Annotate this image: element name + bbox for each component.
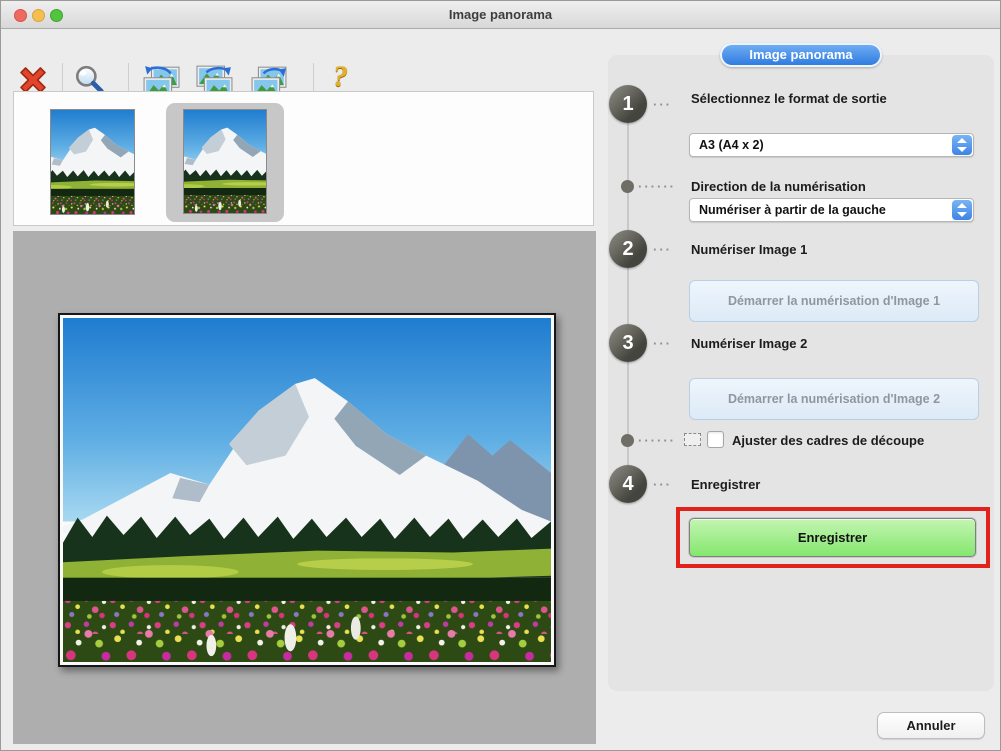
thumbnail-2[interactable] <box>183 109 267 214</box>
step-1-number: 1 <box>609 85 647 123</box>
start-scan-image-2-button[interactable]: Démarrer la numérisation d'Image 2 <box>689 378 979 420</box>
image-panorama-window: Image panorama <box>0 0 1001 751</box>
adjust-crop-label: Ajuster des cadres de découpe <box>732 433 924 448</box>
direction-bullet <box>621 180 634 193</box>
step-leader-dots <box>653 336 672 351</box>
step-leader-dots <box>638 179 676 194</box>
help-icon[interactable]: ? <box>333 60 348 94</box>
select-stepper-icon <box>952 200 972 220</box>
preview-area[interactable] <box>13 231 596 744</box>
step-leader-dots <box>638 433 676 448</box>
step-4-number: 4 <box>609 465 647 503</box>
start-scan-image-1-button[interactable]: Démarrer la numérisation d'Image 1 <box>689 280 979 322</box>
title-bar: Image panorama <box>1 1 1000 29</box>
step-3-number: 3 <box>609 324 647 362</box>
scan-direction-label: Direction de la numérisation <box>691 179 866 194</box>
panel-mode-badge: Image panorama <box>720 43 882 67</box>
cancel-button[interactable]: Annuler <box>877 712 985 739</box>
thumbnail-1[interactable] <box>50 109 135 215</box>
crop-frame-icon <box>684 433 701 446</box>
zoom-window-icon[interactable] <box>50 9 63 22</box>
step-connector-line <box>627 105 629 484</box>
scan-direction-select[interactable]: Numériser à partir de la gauche <box>689 198 974 222</box>
scan-image-2-label: Numériser Image 2 <box>691 336 807 351</box>
window-title: Image panorama <box>1 1 1000 28</box>
thumbnail-strip <box>13 91 594 226</box>
output-format-value: A3 (A4 x 2) <box>699 138 764 152</box>
step-2-number: 2 <box>609 230 647 268</box>
save-label: Enregistrer <box>691 477 760 492</box>
adjust-crop-checkbox[interactable] <box>707 431 724 448</box>
panorama-preview-image <box>58 313 556 667</box>
minimize-window-icon[interactable] <box>32 9 45 22</box>
step-leader-dots <box>653 242 672 257</box>
step-leader-dots <box>653 477 672 492</box>
close-window-icon[interactable] <box>14 9 27 22</box>
step-leader-dots <box>653 97 672 112</box>
adjust-crop-bullet <box>621 434 634 447</box>
output-format-select[interactable]: A3 (A4 x 2) <box>689 133 974 157</box>
select-stepper-icon <box>952 135 972 155</box>
scan-direction-value: Numériser à partir de la gauche <box>699 203 886 217</box>
save-button[interactable]: Enregistrer <box>689 518 976 557</box>
output-format-label: Sélectionnez le format de sortie <box>691 91 887 106</box>
thumbnail-2-selected-tile[interactable] <box>166 103 284 222</box>
scan-image-1-label: Numériser Image 1 <box>691 242 807 257</box>
